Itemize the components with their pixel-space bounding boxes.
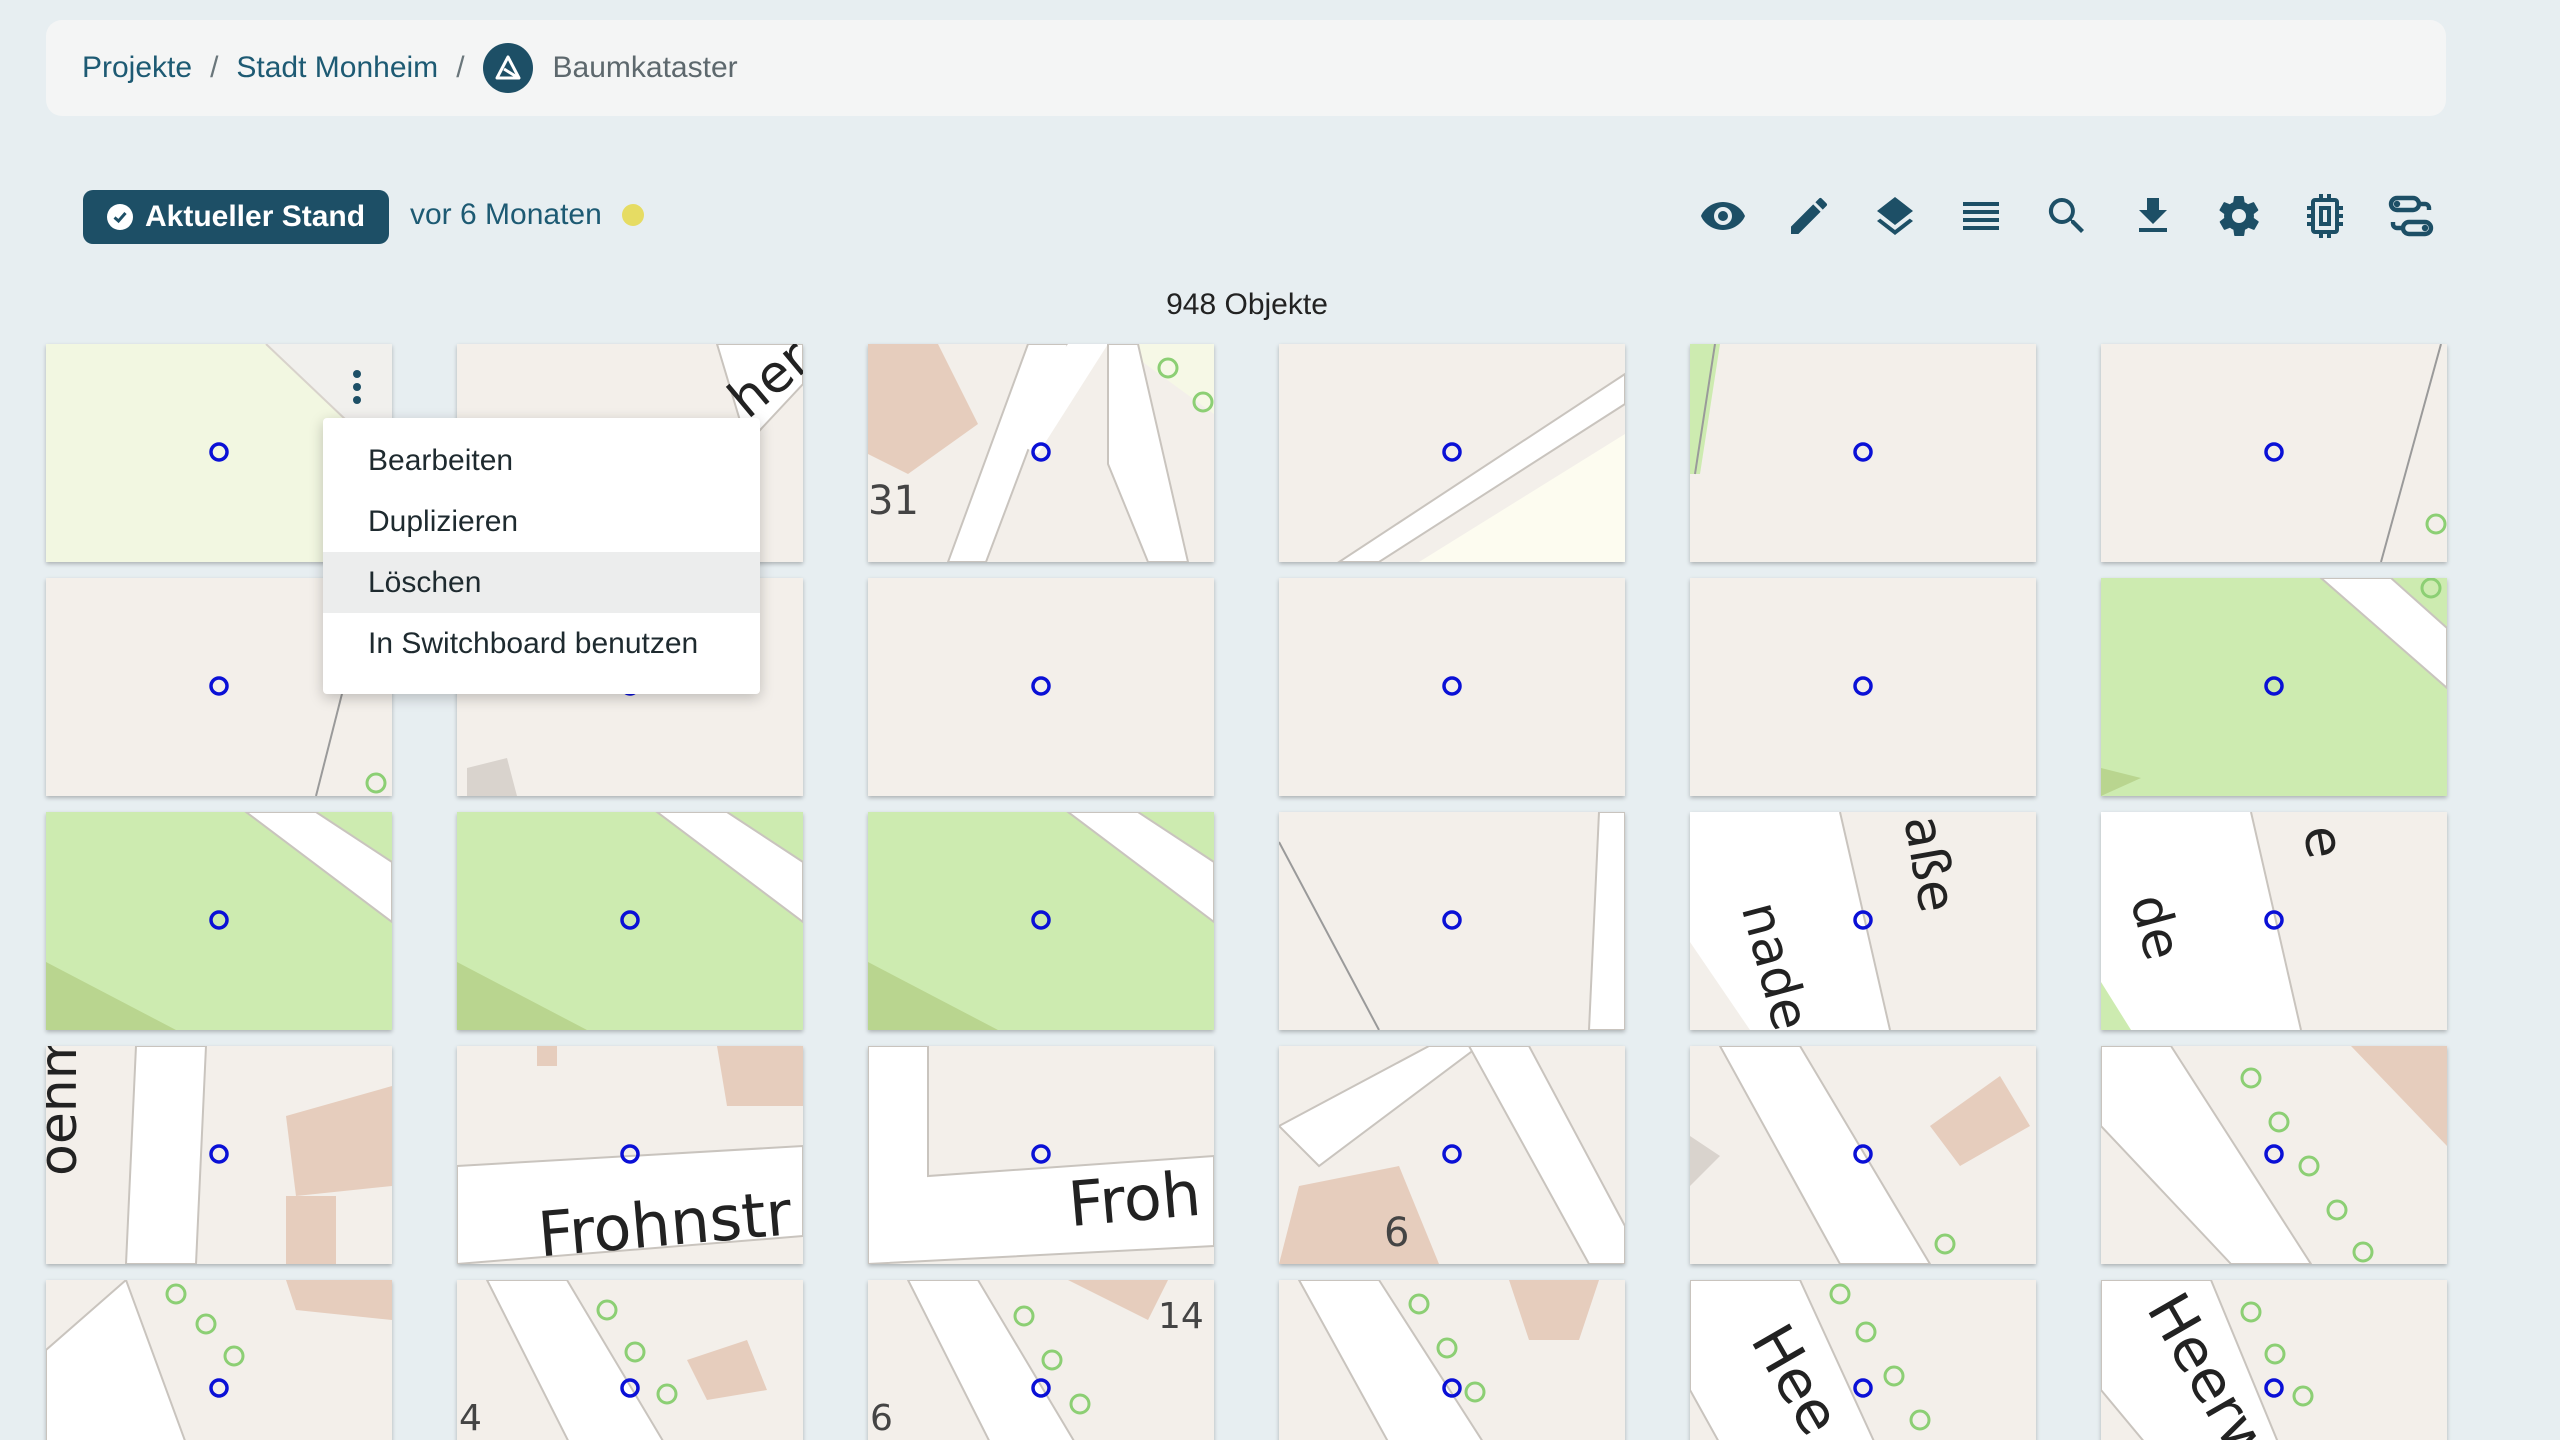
layers-icon[interactable]: [1852, 188, 1938, 244]
status-indicator-dot: [621, 204, 644, 226]
object-tile[interactable]: 14 6: [868, 1280, 1214, 1440]
switchboard-icon[interactable]: [2368, 188, 2454, 244]
object-tile[interactable]: 6: [1279, 1046, 1625, 1264]
status-badge[interactable]: Aktueller Stand: [83, 190, 390, 244]
context-menu: Bearbeiten Duplizieren Löschen In Switch…: [323, 418, 760, 694]
object-tile[interactable]: [457, 812, 803, 1030]
breadcrumb-projekte[interactable]: Projekte: [82, 51, 192, 85]
object-tile[interactable]: oehm-S: [46, 1046, 392, 1264]
search-icon[interactable]: [2024, 188, 2110, 244]
object-tile[interactable]: [1279, 812, 1625, 1030]
object-tile[interactable]: [2101, 578, 2447, 796]
status-badge-label: Aktueller Stand: [145, 200, 366, 233]
status-since: vor 6 Monaten: [410, 198, 644, 232]
map-label: 6: [1384, 1210, 1409, 1256]
object-tile[interactable]: [46, 812, 392, 1030]
object-tile[interactable]: e de: [2101, 812, 2447, 1030]
object-tile[interactable]: Hee: [1690, 1280, 2036, 1440]
menu-item-switchboard[interactable]: In Switchboard benutzen: [323, 613, 760, 674]
menu-item-loeschen[interactable]: Löschen: [323, 552, 760, 613]
list-icon[interactable]: [1938, 188, 2024, 244]
breadcrumb-stadt[interactable]: Stadt Monheim: [236, 51, 438, 85]
map-label: 4: [459, 1398, 482, 1439]
breadcrumb-current-label: Baumkataster: [552, 51, 738, 84]
object-tile[interactable]: [1690, 344, 2036, 562]
object-tile[interactable]: [46, 1280, 392, 1440]
download-icon[interactable]: [2110, 188, 2196, 244]
map-label: 6: [870, 1398, 893, 1439]
object-tile[interactable]: [1279, 344, 1625, 562]
object-tile[interactable]: [1279, 1280, 1625, 1440]
map-label: oehm-S: [46, 1046, 89, 1176]
status-since-label: vor 6 Monaten: [410, 198, 602, 231]
breadcrumb: Projekte / Stadt Monheim / Baumkataster: [46, 20, 2446, 116]
more-vertical-icon[interactable]: [342, 364, 372, 410]
map-label: Froh: [1065, 1157, 1203, 1241]
map-label: 31: [868, 478, 919, 524]
breadcrumb-separator: /: [210, 51, 219, 84]
object-tile[interactable]: [868, 578, 1214, 796]
object-tile[interactable]: 4: [457, 1280, 803, 1440]
breadcrumb-current: Baumkataster: [482, 43, 738, 93]
object-tile[interactable]: [1690, 578, 2036, 796]
check-icon: [107, 204, 133, 230]
menu-item-bearbeiten[interactable]: Bearbeiten: [323, 430, 760, 491]
object-tile[interactable]: [2101, 1046, 2447, 1264]
object-tile[interactable]: [1279, 578, 1625, 796]
breadcrumb-separator: /: [456, 51, 465, 84]
object-tile[interactable]: aße nade: [1690, 812, 2036, 1030]
project-icon: [482, 43, 533, 93]
gear-icon[interactable]: [2196, 188, 2282, 244]
chip-icon[interactable]: [2282, 188, 2368, 244]
object-tile[interactable]: 31: [868, 344, 1214, 562]
object-tile[interactable]: Heerw: [2101, 1280, 2447, 1440]
object-tile[interactable]: [2101, 344, 2447, 562]
map-label: 14: [1158, 1296, 1204, 1337]
object-tile[interactable]: [868, 812, 1214, 1030]
toolbar: [1680, 188, 2454, 244]
object-tile[interactable]: Froh: [868, 1046, 1214, 1264]
menu-item-duplizieren[interactable]: Duplizieren: [323, 491, 760, 552]
object-count: 948 Objekte: [1166, 288, 1328, 321]
object-tile[interactable]: Frohnstr: [457, 1046, 803, 1264]
object-tile[interactable]: [1690, 1046, 2036, 1264]
pencil-icon[interactable]: [1766, 188, 1852, 244]
eye-icon[interactable]: [1680, 188, 1766, 244]
